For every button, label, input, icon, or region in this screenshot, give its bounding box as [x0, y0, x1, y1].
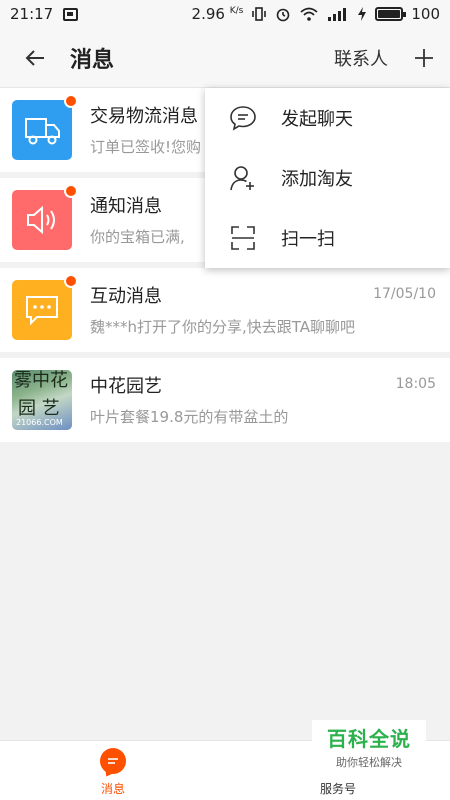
add-user-icon: [230, 166, 254, 191]
vibrate-icon: [252, 7, 267, 21]
tab-label: 服务号: [319, 782, 356, 796]
alarm-icon: [277, 8, 290, 22]
menu-icon-wrap: [205, 105, 281, 131]
shop-logo: 雾中花: [14, 370, 68, 391]
charging-icon: [358, 7, 367, 21]
avatar-wrap: [12, 274, 78, 340]
menu-label: 添加淘友: [281, 169, 353, 190]
header-bar: 消息 联系人: [0, 28, 450, 88]
menu-item-scan[interactable]: 扫一扫: [205, 208, 450, 268]
avatar-wrap: [12, 184, 78, 250]
avatar: [12, 190, 72, 250]
contacts-button[interactable]: 联系人: [334, 45, 388, 71]
menu-label: 扫一扫: [281, 229, 335, 250]
speaker-icon: [27, 205, 55, 235]
unread-dot: [64, 274, 78, 288]
avatar-wrap: 雾中花 园 艺 21066.COM: [12, 370, 72, 430]
menu-item-start-chat[interactable]: 发起聊天: [205, 88, 450, 148]
menu-icon-wrap: [205, 164, 281, 192]
watermark-title: 百科全说: [327, 726, 411, 751]
page-title: 消息: [70, 47, 115, 73]
message-preview: 魏***h打开了你的分享,快去跟TA聊聊吧: [90, 318, 356, 336]
watermark-subtitle: 助你轻松解决: [336, 755, 402, 769]
message-body: 中花园艺 叶片套餐19.8元的有带盆土的: [90, 372, 436, 427]
chat-icon: [230, 106, 256, 131]
network-speed: 2.96 K/s: [191, 5, 244, 23]
menu-icon-wrap: [205, 224, 281, 252]
message-icon: [100, 748, 126, 774]
menu-item-add-friend[interactable]: 添加淘友: [205, 148, 450, 208]
message-name: 中花园艺: [90, 376, 162, 397]
avatar-wrap: [12, 94, 78, 160]
avatar: [12, 280, 72, 340]
scan-icon: [231, 226, 255, 250]
shop-logo-url: 21066.COM: [16, 418, 63, 427]
wifi-icon: [300, 7, 318, 21]
unread-dot: [64, 94, 78, 108]
message-time: 18:05: [395, 376, 436, 392]
message-item-shop[interactable]: 雾中花 园 艺 21066.COM 中花园艺 叶片套餐19.8元的有带盆土的 1…: [0, 358, 450, 442]
avatar: [12, 100, 72, 160]
unread-dot: [64, 184, 78, 198]
battery-icon: [375, 7, 407, 21]
back-arrow-icon: [25, 49, 44, 66]
watermark: 百科全说 助你轻松解决: [312, 720, 426, 772]
dropdown-menu: 发起聊天 添加淘友 扫一扫: [205, 88, 450, 268]
message-icon-lines: [108, 758, 118, 764]
tab-messages[interactable]: 消息: [53, 741, 173, 800]
status-right: 2.96 K/s 100: [192, 5, 440, 23]
truck-icon: [25, 118, 60, 145]
plus-icon: [415, 48, 433, 67]
back-button[interactable]: [0, 28, 70, 88]
add-button[interactable]: [402, 28, 446, 88]
status-bar: 21:17 2.96 K/s 100: [0, 0, 450, 28]
message-item-interaction[interactable]: 互动消息 魏***h打开了你的分享,快去跟TA聊聊吧 17/05/10: [0, 268, 450, 352]
menu-label: 发起聊天: [281, 109, 353, 130]
signal-icon: [328, 8, 347, 21]
tab-label: 消息: [100, 782, 125, 796]
chat-bubble-icon: [26, 296, 58, 326]
battery-level: 100: [411, 5, 440, 23]
message-preview: 叶片套餐19.8元的有带盆土的: [90, 408, 289, 426]
notification-icon: [63, 7, 79, 21]
status-time: 21:17: [10, 5, 54, 23]
shop-avatar: 雾中花 园 艺 21066.COM: [12, 370, 72, 430]
shop-logo-bottom: 园 艺: [18, 398, 60, 419]
message-time: 17/05/10: [373, 286, 436, 302]
